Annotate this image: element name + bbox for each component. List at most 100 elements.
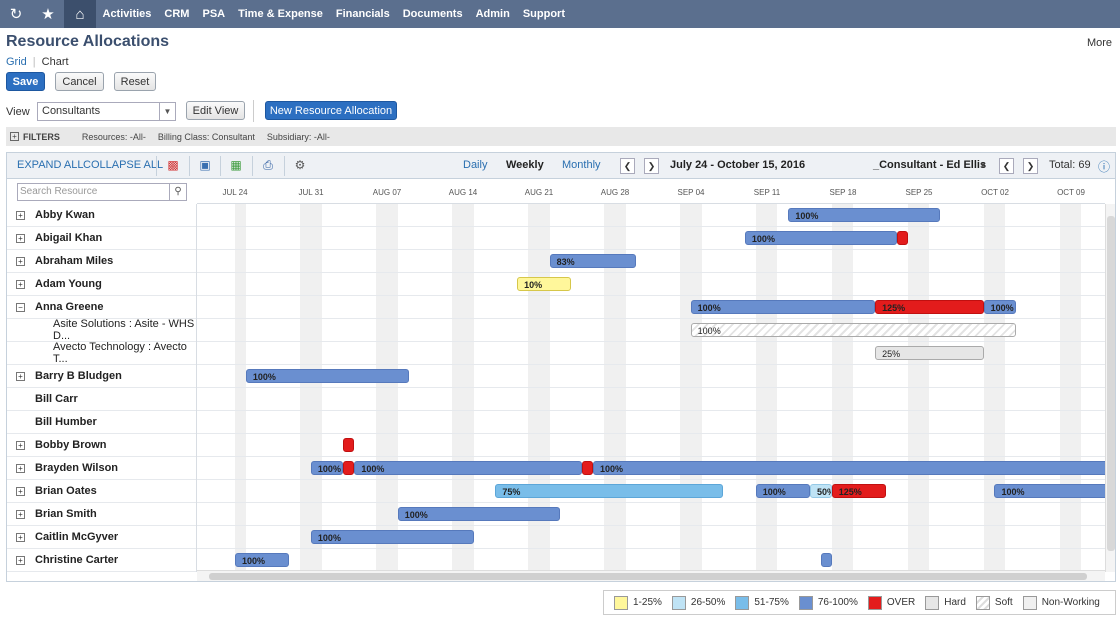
- resource-row[interactable]: − Anna Greene: [7, 296, 196, 319]
- allocation-bar[interactable]: 83%: [549, 254, 637, 268]
- expand-icon[interactable]: +: [16, 256, 25, 266]
- vertical-scroll-thumb[interactable]: [1107, 216, 1115, 551]
- expand-icon[interactable]: +: [16, 486, 25, 496]
- expand-icon[interactable]: +: [16, 440, 25, 450]
- print-icon[interactable]: ⎙: [261, 158, 275, 173]
- allocation-bar[interactable]: 100%: [744, 231, 897, 245]
- expand-all-link[interactable]: EXPAND ALL: [17, 159, 83, 171]
- weekly-option[interactable]: Weekly: [506, 159, 544, 171]
- allocation-bar[interactable]: 125%: [831, 484, 886, 498]
- resource-row[interactable]: + Abby Kwan: [7, 204, 196, 227]
- expand-icon[interactable]: +: [16, 233, 25, 243]
- allocation-bar[interactable]: 100%: [755, 484, 811, 498]
- allocation-bar[interactable]: 10%: [517, 277, 572, 291]
- nav-activities[interactable]: Activities: [96, 0, 158, 28]
- expand-icon[interactable]: +: [16, 279, 25, 289]
- expand-icon[interactable]: +: [16, 463, 25, 473]
- home-icon[interactable]: ⌂: [64, 0, 96, 28]
- allocation-bar[interactable]: [343, 461, 355, 475]
- allocation-bar[interactable]: 100%: [690, 323, 1017, 337]
- chevron-down-icon[interactable]: ▼: [159, 103, 175, 120]
- info-icon[interactable]: ⓘ: [1098, 158, 1110, 175]
- resource-row[interactable]: + Christine Carter: [7, 549, 196, 572]
- expand-icon[interactable]: +: [16, 210, 25, 220]
- resource-row[interactable]: Avecto Technology : Avecto T...: [7, 341, 196, 365]
- resource-row[interactable]: + Brian Oates: [7, 480, 196, 503]
- resource-row[interactable]: + Brayden Wilson: [7, 457, 196, 480]
- grid-link[interactable]: Grid: [6, 56, 27, 68]
- next-range-icon[interactable]: ❯: [644, 158, 659, 174]
- resource-row[interactable]: + Barry B Bludgen: [7, 365, 196, 388]
- search-resource-input[interactable]: Search Resource ⚲: [17, 183, 187, 201]
- allocation-bar[interactable]: 100%: [593, 461, 1105, 475]
- view-select[interactable]: Consultants ▼: [37, 102, 176, 121]
- filters-bar[interactable]: + FILTERS Resources: -All- Billing Class…: [6, 127, 1116, 146]
- document-export-icon[interactable]: ▣: [198, 158, 212, 173]
- collapse-all-link[interactable]: COLLAPSE ALL: [83, 159, 163, 171]
- resource-selector[interactable]: _Consultant - Ed Ellis: [873, 159, 986, 171]
- horizontal-scroll-thumb[interactable]: [209, 573, 1087, 580]
- allocation-bar[interactable]: [896, 231, 908, 245]
- allocation-bar[interactable]: 100%: [245, 369, 409, 383]
- nav-time-expense[interactable]: Time & Expense: [232, 0, 330, 28]
- allocation-bar[interactable]: 100%: [788, 208, 941, 222]
- excel-export-icon[interactable]: ▦: [229, 158, 243, 173]
- expand-icon[interactable]: +: [16, 555, 25, 565]
- resource-row[interactable]: + Caitlin McGyver: [7, 526, 196, 549]
- resource-row[interactable]: + Adam Young: [7, 273, 196, 296]
- nav-financials[interactable]: Financials: [329, 0, 396, 28]
- expand-filters-icon[interactable]: +: [10, 132, 19, 141]
- allocation-bar[interactable]: [820, 553, 832, 567]
- edit-view-button[interactable]: Edit View: [186, 101, 245, 120]
- resource-row[interactable]: + Brian Smith: [7, 503, 196, 526]
- resource-row[interactable]: Bill Carr: [7, 388, 196, 411]
- expand-icon[interactable]: +: [16, 509, 25, 519]
- pdf-export-icon[interactable]: ▩: [166, 158, 180, 173]
- allocation-bar[interactable]: 100%: [310, 530, 474, 544]
- allocation-bar[interactable]: 50%: [810, 484, 832, 498]
- allocation-bar[interactable]: 100%: [994, 484, 1105, 498]
- new-resource-allocation-button[interactable]: New Resource Allocation: [265, 101, 397, 120]
- gear-icon[interactable]: ⚙: [293, 158, 307, 173]
- cancel-button[interactable]: Cancel: [55, 72, 104, 91]
- nav-admin[interactable]: Admin: [469, 0, 516, 28]
- next-resource-icon[interactable]: ❯: [1023, 158, 1038, 174]
- chart-link[interactable]: Chart: [42, 56, 69, 68]
- allocation-bar[interactable]: 100%: [310, 461, 344, 475]
- more-link[interactable]: More: [1087, 37, 1112, 49]
- search-icon[interactable]: ⚲: [169, 184, 186, 200]
- prev-resource-icon[interactable]: ❮: [999, 158, 1014, 174]
- resource-row[interactable]: + Abigail Khan: [7, 227, 196, 250]
- allocation-bar[interactable]: 75%: [495, 484, 724, 498]
- recent-icon[interactable]: ↻: [0, 0, 32, 28]
- save-button[interactable]: Save: [6, 72, 45, 91]
- allocation-bar[interactable]: 100%: [690, 300, 876, 314]
- horizontal-scrollbar[interactable]: [197, 570, 1105, 581]
- nav-support[interactable]: Support: [516, 0, 571, 28]
- allocation-bar[interactable]: 100%: [354, 461, 583, 475]
- nav-crm[interactable]: CRM: [158, 0, 196, 28]
- allocation-bar[interactable]: 100%: [397, 507, 561, 521]
- expand-icon[interactable]: +: [16, 371, 25, 381]
- allocation-bar[interactable]: 100%: [983, 300, 1017, 314]
- prev-range-icon[interactable]: ❮: [620, 158, 635, 174]
- resource-row[interactable]: + Bobby Brown: [7, 434, 196, 457]
- nav-psa[interactable]: PSA: [196, 0, 232, 28]
- collapse-icon[interactable]: −: [16, 302, 25, 312]
- resource-dropdown-icon[interactable]: ▼: [979, 161, 987, 170]
- star-icon[interactable]: ★: [32, 0, 64, 28]
- allocation-bar[interactable]: 125%: [875, 300, 984, 314]
- allocation-bar[interactable]: 25%: [875, 346, 984, 360]
- allocation-bar[interactable]: 100%: [234, 553, 290, 567]
- resource-row[interactable]: Asite Solutions : Asite - WHS D...: [7, 318, 196, 342]
- nav-documents[interactable]: Documents: [396, 0, 469, 28]
- reset-button[interactable]: Reset: [114, 72, 156, 91]
- allocation-bar[interactable]: [582, 461, 594, 475]
- allocation-bar[interactable]: [343, 438, 355, 452]
- vertical-scrollbar[interactable]: [1105, 204, 1115, 572]
- daily-option[interactable]: Daily: [463, 159, 487, 171]
- resource-row[interactable]: + Abraham Miles: [7, 250, 196, 273]
- resource-row[interactable]: Bill Humber: [7, 411, 196, 434]
- expand-icon[interactable]: +: [16, 532, 25, 542]
- monthly-option[interactable]: Monthly: [562, 159, 601, 171]
